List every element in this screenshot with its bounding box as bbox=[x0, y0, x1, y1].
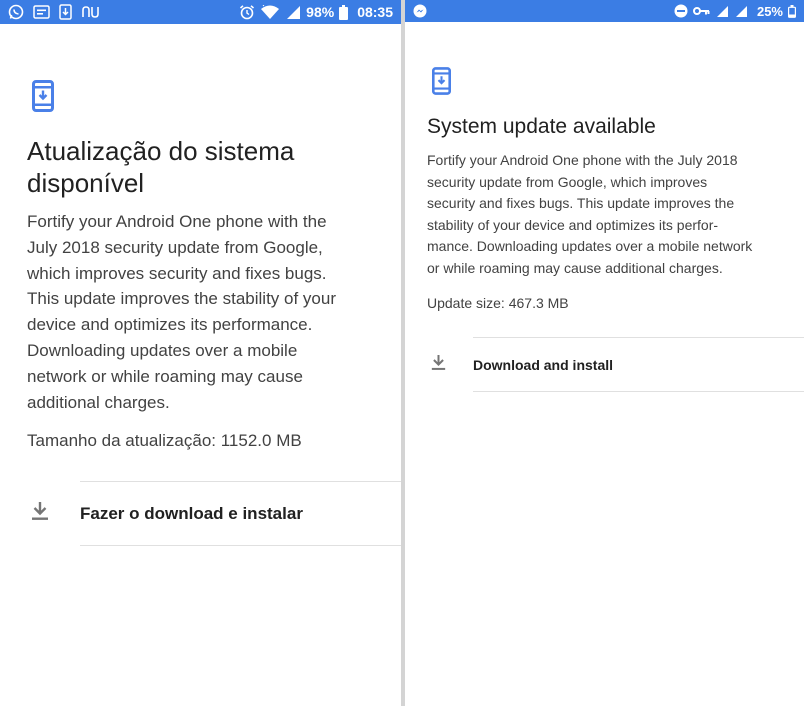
description-line: security and fixes bugs. This update imp… bbox=[427, 195, 735, 212]
status-bar: 25% bbox=[405, 0, 804, 22]
battery-percent: 98% bbox=[306, 4, 335, 20]
update-description: Fortify your Android One phone with the … bbox=[427, 150, 797, 280]
download-install-label: Fazer o download e instalar bbox=[80, 503, 303, 523]
signal-icon bbox=[734, 5, 748, 18]
description-line: security update from Google, which impro… bbox=[427, 173, 708, 190]
download-icon bbox=[431, 354, 446, 376]
nu-icon bbox=[81, 5, 101, 19]
messenger-icon bbox=[413, 4, 427, 18]
update-size: Tamanho da atualização: 1152.0 MB bbox=[27, 431, 302, 450]
download-install-button[interactable]: Download and install bbox=[405, 338, 804, 391]
download-install-label: Download and install bbox=[473, 356, 614, 373]
description-line: Fortify your Android One phone with the … bbox=[427, 152, 738, 168]
divider bbox=[473, 391, 804, 392]
whatsapp-icon bbox=[8, 4, 24, 20]
download-icon bbox=[31, 501, 49, 526]
wifi-icon bbox=[260, 4, 280, 20]
description-line: Fortify your Android One phone with the bbox=[27, 212, 327, 231]
description-line: which improves security and fixes bugs. bbox=[27, 263, 327, 283]
description-line: Downloading updates over a mobile bbox=[27, 340, 298, 360]
vpn-key-icon bbox=[692, 6, 710, 16]
description-line: mance. Downloading updates over a mobile… bbox=[427, 238, 753, 255]
description-line: network or while roaming may cause bbox=[27, 366, 303, 386]
alarm-icon bbox=[239, 4, 255, 20]
download-install-button[interactable]: Fazer o download e instalar bbox=[0, 482, 401, 545]
signal-icon bbox=[285, 5, 301, 20]
page-title: Atualização do sistema disponível bbox=[27, 136, 295, 198]
battery-percent: 25% bbox=[756, 3, 783, 19]
description-line: additional charges. bbox=[27, 392, 170, 412]
description-line: stability of your device and optimizes i… bbox=[427, 216, 719, 233]
dnd-icon bbox=[674, 4, 688, 18]
description-line: device and optimizes its performance. bbox=[27, 315, 313, 335]
battery-icon bbox=[339, 4, 349, 20]
description-line: July 2018 security update from Google, bbox=[27, 237, 323, 257]
description-line: This update improves the stability of yo… bbox=[27, 289, 336, 309]
screen-english: 25% System update available Fortify your… bbox=[405, 0, 804, 706]
description-line: or while roaming may cause additional ch… bbox=[427, 259, 723, 276]
clock: 08:35 bbox=[357, 4, 393, 20]
update-description: Fortify your Android One phone with the … bbox=[27, 209, 379, 415]
update-size: Update size: 467.3 MB bbox=[427, 295, 569, 311]
divider bbox=[80, 545, 401, 546]
download-notif-icon bbox=[59, 4, 72, 20]
status-bar: 98% 08:35 bbox=[0, 0, 401, 24]
signal-icon bbox=[715, 5, 729, 18]
battery-icon bbox=[788, 4, 796, 18]
phone-update-icon bbox=[32, 80, 54, 117]
phone-update-icon bbox=[432, 67, 451, 100]
screen-portuguese: 98% 08:35 Atualização do sistema disponí… bbox=[0, 0, 401, 706]
message-icon bbox=[33, 5, 50, 19]
page-title: System update available bbox=[427, 115, 656, 138]
